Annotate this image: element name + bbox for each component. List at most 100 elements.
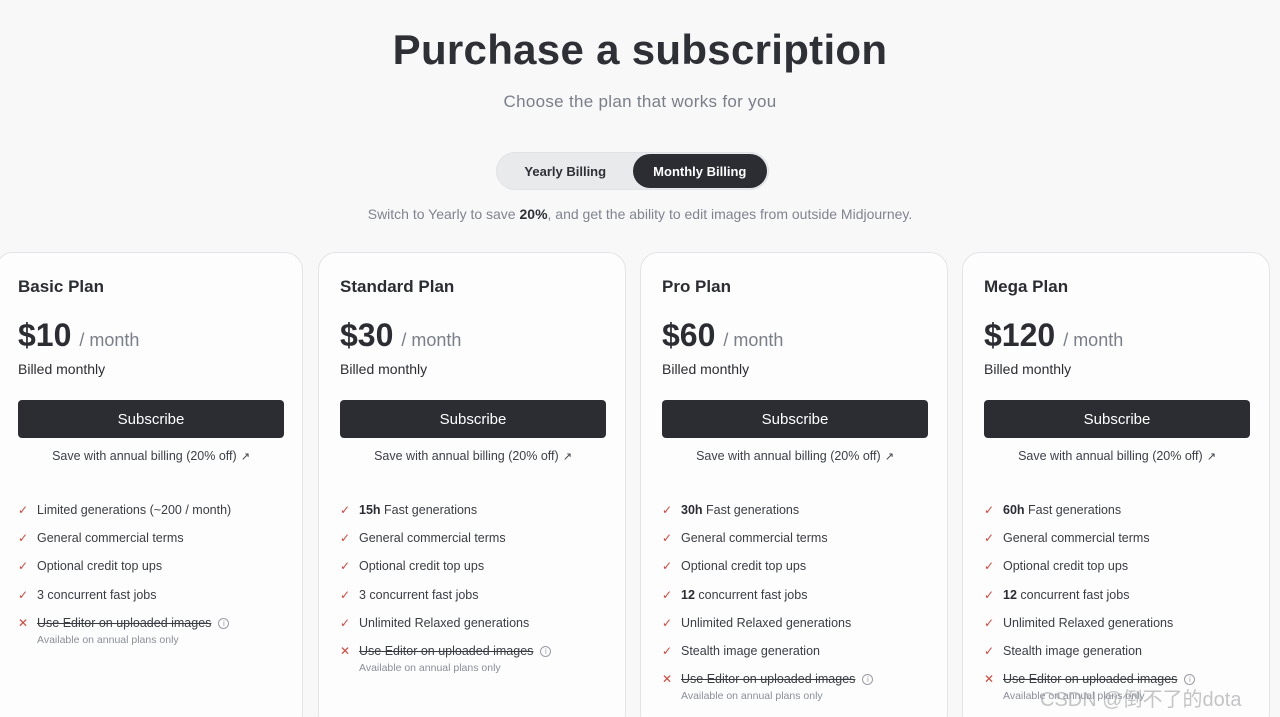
feature-item: ✓ 3 concurrent fast jobs (18, 588, 298, 616)
subscribe-button[interactable]: Subscribe (18, 400, 284, 438)
feature-text: Optional credit top ups (359, 559, 484, 573)
feature-item: ✓ Optional credit top ups (984, 559, 1264, 587)
check-icon: ✓ (340, 559, 351, 574)
check-icon: ✓ (984, 643, 995, 658)
save-note: Switch to Yearly to save 20%, and get th… (0, 206, 1280, 222)
feature-text: 12 concurrent fast jobs (681, 588, 807, 602)
billing-cycle: Billed monthly (18, 361, 106, 377)
feature-item: ✓ 3 concurrent fast jobs (340, 588, 620, 616)
feature-item: ✓ Optional credit top ups (340, 559, 620, 587)
plan-name: Mega Plan (984, 277, 1069, 296)
feature-list: ✓ 60h Fast generations ✓ General commerc… (984, 503, 1264, 702)
annual-billing-link[interactable]: Save with annual billing (20% off) ↗ (984, 449, 1250, 463)
feature-label: Unlimited Relaxed generations (681, 615, 852, 630)
feature-text: Use Editor on uploaded images (359, 644, 533, 658)
check-icon: ✓ (662, 615, 673, 630)
feature-label: Unlimited Relaxed generations (359, 615, 530, 630)
plan-card-standard: Standard Plan $30 / month Billed monthly… (318, 252, 626, 717)
feature-text: 30h Fast generations (681, 503, 799, 517)
plan-price: $120 (984, 317, 1056, 353)
subscribe-button[interactable]: Subscribe (662, 400, 928, 438)
feature-item: ✓ Limited generations (~200 / month) (18, 503, 298, 531)
price-period: / month (79, 330, 140, 350)
feature-text: Limited generations (~200 / month) (37, 503, 231, 517)
feature-label: Stealth image generation (681, 643, 820, 658)
annual-billing-label: Save with annual billing (20% off) (696, 449, 881, 463)
feature-text: 12 concurrent fast jobs (1003, 588, 1129, 602)
feature-label: Use Editor on uploaded images (359, 643, 534, 658)
feature-label: General commercial terms (681, 531, 828, 546)
save-note-percent: 20% (519, 206, 548, 222)
feature-text: General commercial terms (359, 531, 506, 545)
feature-text: General commercial terms (37, 531, 184, 545)
feature-label: Unlimited Relaxed generations (1003, 615, 1174, 630)
feature-bold: 12 (681, 587, 695, 602)
feature-bold: 60h (1003, 503, 1025, 517)
feature-bold: 12 (1003, 587, 1017, 602)
billing-cycle: Billed monthly (662, 361, 750, 377)
toggle-monthly-billing[interactable]: Monthly Billing (632, 154, 767, 188)
feature-text: Unlimited Relaxed generations (1003, 616, 1173, 630)
page-subtitle: Choose the plan that works for you (503, 92, 777, 111)
feature-text: Stealth image generation (681, 644, 820, 658)
info-icon[interactable]: i (540, 645, 552, 657)
feature-text: 60h Fast generations (1003, 503, 1121, 517)
feature-label: Fast generations (1024, 503, 1122, 517)
check-icon: ✓ (662, 587, 673, 602)
plan-price: $60 (662, 317, 716, 353)
feature-label: Limited generations (~200 / month) (37, 503, 232, 517)
billing-cycle: Billed monthly (984, 361, 1072, 377)
feature-note: Available on annual plans only (359, 661, 501, 674)
info-icon[interactable]: i (862, 674, 874, 686)
feature-note: Available on annual plans only (681, 690, 823, 703)
save-note-after: , and get the ability to edit images fro… (547, 206, 913, 222)
feature-label: Stealth image generation (1003, 643, 1142, 658)
feature-item: ✓ 60h Fast generations (984, 503, 1264, 531)
feature-label: 3 concurrent fast jobs (37, 587, 157, 602)
check-icon: ✓ (18, 559, 29, 574)
feature-label: concurrent fast jobs (1016, 587, 1130, 602)
feature-item: ✓ 12 concurrent fast jobs (662, 588, 942, 616)
feature-item: ✓ 30h Fast generations (662, 503, 942, 531)
check-icon: ✓ (984, 559, 995, 574)
feature-item: ✓ Optional credit top ups (18, 559, 298, 587)
annual-billing-link[interactable]: Save with annual billing (20% off) ↗ (340, 449, 606, 463)
check-icon: ✓ (662, 643, 673, 658)
feature-text: Optional credit top ups (37, 559, 162, 573)
billing-toggle: Yearly Billing Monthly Billing (496, 152, 769, 190)
annual-billing-label: Save with annual billing (20% off) (52, 449, 237, 463)
feature-item: ✓ Unlimited Relaxed generations (662, 616, 942, 644)
feature-bold: 15h (359, 503, 381, 517)
page-title: Purchase a subscription (392, 26, 888, 73)
feature-text: Optional credit top ups (1003, 559, 1128, 573)
feature-item: ✕ Use Editor on uploaded images i Availabl… (18, 615, 298, 646)
feature-item: ✓ Unlimited Relaxed generations (984, 616, 1264, 644)
feature-label: Use Editor on uploaded images (681, 672, 856, 687)
feature-text: General commercial terms (1003, 531, 1150, 545)
annual-billing-link[interactable]: Save with annual billing (20% off) ↗ (18, 449, 284, 463)
check-icon: ✓ (662, 559, 673, 574)
price-period: / month (1063, 330, 1124, 350)
feature-item: ✕ Use Editor on uploaded images i Availabl… (662, 672, 942, 703)
price-row: $60 / month (662, 317, 783, 354)
plan-card-mega: Mega Plan $120 / month Billed monthly Sub… (962, 252, 1270, 717)
feature-item: ✓ 15h Fast generations (340, 503, 620, 531)
info-icon[interactable]: i (218, 617, 230, 629)
annual-billing-label: Save with annual billing (20% off) (374, 449, 559, 463)
feature-label: 3 concurrent fast jobs (359, 587, 479, 602)
feature-text: 15h Fast generations (359, 503, 477, 517)
check-icon: ✓ (662, 503, 673, 517)
annual-billing-link[interactable]: Save with annual billing (20% off) ↗ (662, 449, 928, 463)
toggle-yearly-billing[interactable]: Yearly Billing (498, 154, 633, 188)
cross-icon: ✕ (340, 643, 351, 658)
feature-item: ✓ General commercial terms (984, 531, 1264, 559)
feature-item: ✓ Unlimited Relaxed generations (340, 616, 620, 644)
subscribe-button[interactable]: Subscribe (340, 400, 606, 438)
check-icon: ✓ (18, 531, 29, 546)
feature-item: ✓ General commercial terms (18, 531, 298, 559)
plan-name: Standard Plan (340, 277, 455, 296)
subscribe-button[interactable]: Subscribe (984, 400, 1250, 438)
feature-label: Fast generations (702, 503, 800, 517)
feature-label: General commercial terms (37, 531, 184, 546)
feature-label: Use Editor on uploaded images (37, 615, 212, 630)
